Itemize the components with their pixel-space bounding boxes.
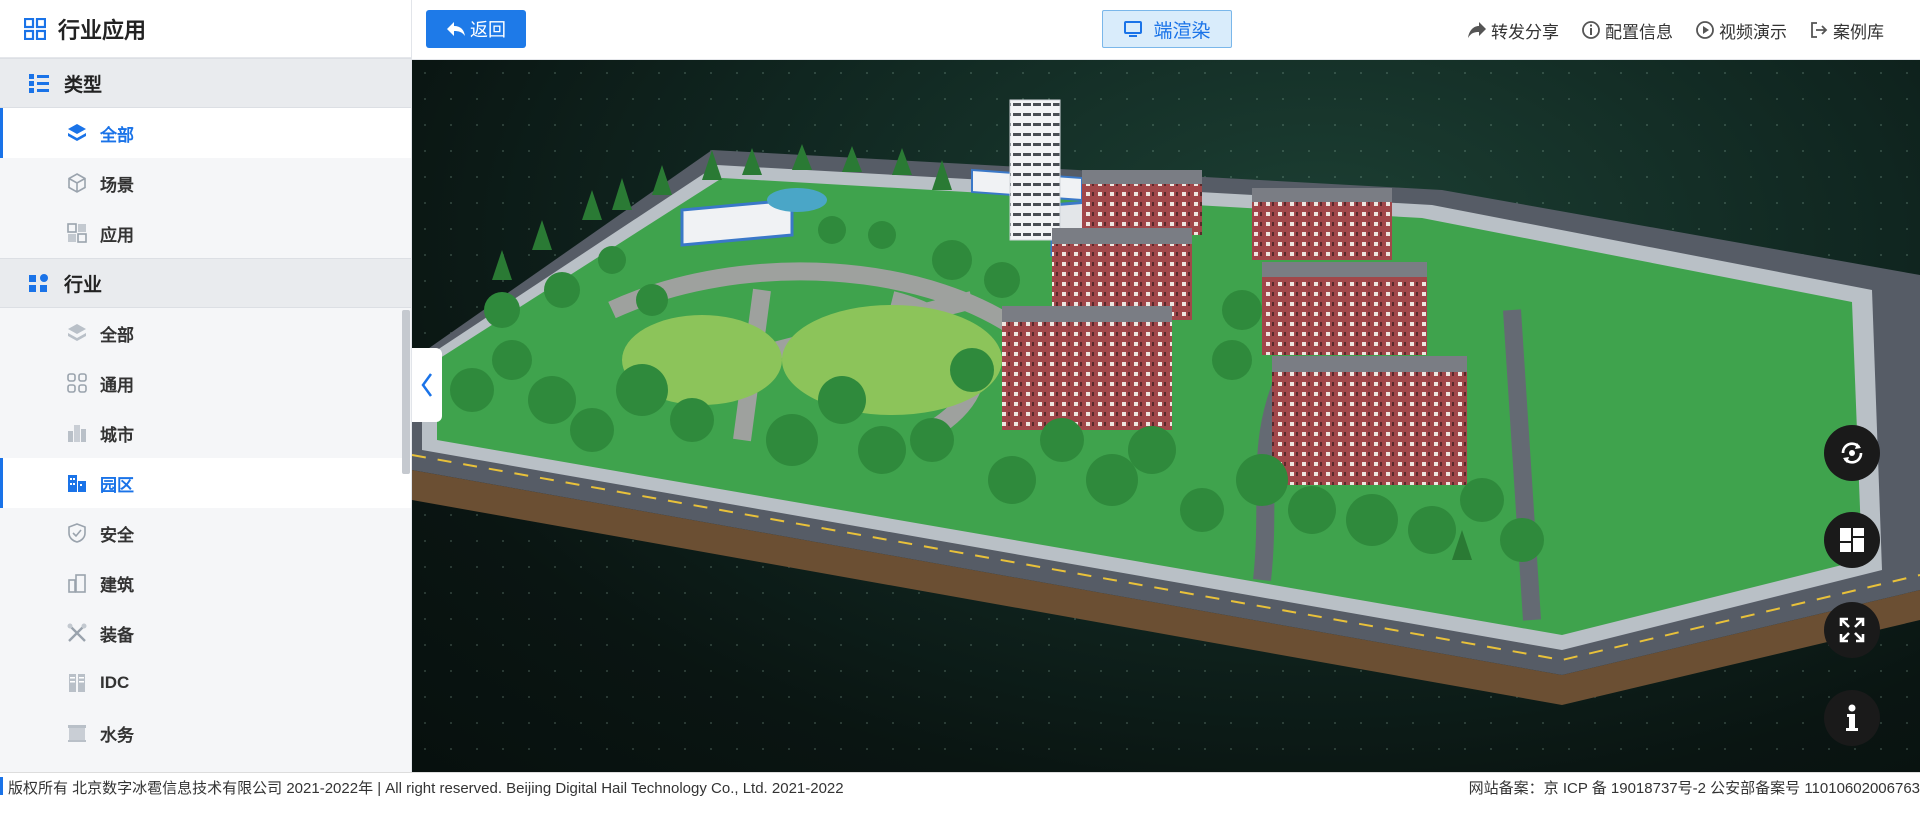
copyright-text: 版权所有 北京数字冰雹信息技术有限公司 2021-2022年 | All rig…: [8, 780, 844, 797]
sidebar-title: 行业应用: [58, 17, 147, 43]
top-toolbar: 返回 端渲染 转发分享 配置信息 视频演示 案例库: [412, 0, 1920, 60]
3d-scene-viewport[interactable]: [412, 60, 1920, 772]
play-circle-icon: [1696, 21, 1714, 39]
config-info-label: 配置信息: [1605, 22, 1673, 42]
sidebar-item-label: 安全: [100, 525, 134, 545]
sidebar-item-label: 应用: [100, 225, 134, 245]
category-icon: [29, 274, 48, 292]
layers-icon: [68, 124, 86, 141]
server-rack-icon: [69, 674, 85, 692]
monitor-icon: [1124, 21, 1143, 37]
share-button[interactable]: 转发分享: [1467, 18, 1559, 43]
sidebar-item-park[interactable]: 园区: [0, 458, 411, 508]
four-circles-icon: [67, 373, 87, 393]
sidebar-item-label: 全部: [100, 325, 134, 345]
sidebar-item-label: 水务: [100, 725, 134, 745]
sidebar-item-label: IDC: [100, 673, 130, 692]
building-icon: [68, 574, 86, 593]
sidebar-item-idc[interactable]: IDC: [0, 658, 411, 708]
share-label: 转发分享: [1491, 22, 1559, 42]
section-header-industry[interactable]: 行业: [0, 258, 411, 308]
config-info-button[interactable]: 配置信息: [1581, 18, 1673, 43]
sidebar-collapse-tab[interactable]: [412, 348, 442, 422]
sidebar-item-label: 园区: [100, 475, 134, 495]
layout-panels-button[interactable]: [1824, 512, 1880, 568]
fullscreen-icon: [1839, 617, 1865, 643]
fullscreen-button[interactable]: [1824, 602, 1880, 658]
back-button[interactable]: 返回: [426, 10, 526, 48]
sidebar-item-type-all[interactable]: 全部: [0, 108, 411, 158]
tools-icon: [67, 623, 87, 642]
icp-record-text: 网站备案：京 ICP 备 19018737号-2 公安部备案号 11010602…: [1468, 780, 1920, 797]
sidebar-item-scene[interactable]: 场景: [0, 158, 411, 208]
section-header-type[interactable]: 类型: [0, 58, 411, 108]
video-demo-button[interactable]: 视频演示: [1695, 18, 1787, 43]
list-icon: [29, 74, 49, 93]
exit-door-icon: [1811, 22, 1828, 38]
dashboard-icon: [1840, 528, 1864, 552]
sidebar-item-label: 建筑: [100, 575, 134, 595]
sidebar-item-label: 全部: [100, 125, 134, 145]
top-actions: 转发分享 配置信息 视频演示 案例库: [1467, 0, 1884, 60]
buildings-icon: [68, 475, 86, 492]
back-arrow-icon: [447, 22, 465, 36]
sidebar-item-security[interactable]: 安全: [0, 508, 411, 558]
sidebar-item-water[interactable]: 水务: [0, 708, 411, 758]
campus-3d-scene[interactable]: [412, 60, 1920, 772]
sidebar-item-architecture[interactable]: 建筑: [0, 558, 411, 608]
back-label: 返回: [470, 20, 506, 40]
page-footer: 版权所有 北京数字冰雹信息技术有限公司 2021-2022年 | All rig…: [0, 772, 1920, 823]
video-demo-label: 视频演示: [1719, 22, 1787, 42]
footer-accent-bar: [0, 777, 3, 795]
sidebar-item-general[interactable]: 通用: [0, 358, 411, 408]
layers-icon: [68, 324, 86, 341]
sidebar-item-label: 场景: [100, 175, 134, 195]
sidebar: 行业应用 类型 全部 场景 应用 行业 全部 通用 城市 园区 安全 建筑 装备…: [0, 0, 412, 772]
sidebar-item-industry-all[interactable]: 全部: [0, 308, 411, 358]
section-label: 行业: [64, 274, 103, 296]
pond: [767, 188, 827, 212]
case-library-button[interactable]: 案例库: [1809, 18, 1884, 43]
chevron-left-icon: [421, 373, 433, 397]
sidebar-item-app[interactable]: 应用: [0, 208, 411, 258]
sidebar-item-label: 装备: [100, 625, 134, 645]
cube-icon: [68, 173, 86, 193]
share-arrow-icon: [1468, 22, 1486, 38]
info-icon: [1846, 704, 1858, 731]
grid-apps-icon: [24, 17, 46, 40]
sidebar-item-label: 通用: [100, 375, 134, 395]
section-label: 类型: [64, 74, 103, 96]
info-circle-icon: [1582, 21, 1600, 39]
rotate-view-button[interactable]: [1824, 425, 1880, 481]
water-facility-icon: [68, 725, 86, 742]
sidebar-item-equipment[interactable]: 装备: [0, 608, 411, 658]
city-icon: [68, 425, 86, 442]
sidebar-item-city[interactable]: 城市: [0, 408, 411, 458]
render-label: 端渲染: [1153, 20, 1211, 42]
sidebar-item-label: 城市: [100, 425, 134, 445]
case-library-label: 案例库: [1833, 22, 1884, 42]
rotate-icon: [1841, 442, 1863, 464]
shield-icon: [68, 523, 86, 543]
office-tower: [1009, 99, 1061, 241]
sidebar-scrollbar[interactable]: [402, 310, 410, 474]
render-toggle-button[interactable]: 端渲染: [1102, 10, 1232, 48]
sidebar-header: 行业应用: [0, 0, 411, 58]
app-grid-icon: [67, 223, 87, 243]
info-button[interactable]: [1824, 690, 1880, 746]
